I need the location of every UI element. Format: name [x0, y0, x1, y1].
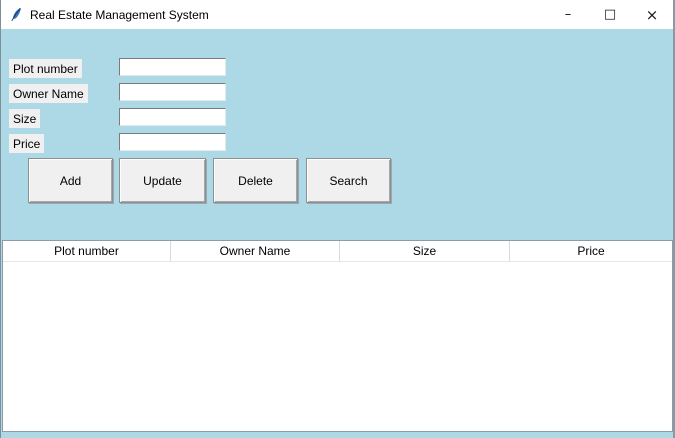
- window-controls: – □ ×: [547, 0, 673, 29]
- size-label: Size: [9, 109, 41, 128]
- update-button[interactable]: Update: [119, 158, 206, 203]
- table-body[interactable]: [3, 262, 672, 431]
- window-title: Real Estate Management System: [30, 7, 209, 22]
- tk-feather-icon: [8, 7, 24, 23]
- column-header-price[interactable]: Price: [510, 241, 672, 261]
- owner-name-label: Owner Name: [9, 84, 88, 103]
- titlebar: Real Estate Management System – □ ×: [1, 0, 673, 29]
- delete-button[interactable]: Delete: [213, 158, 298, 203]
- owner-name-input[interactable]: [119, 83, 226, 101]
- plot-number-input[interactable]: [119, 58, 226, 76]
- column-header-owner-name[interactable]: Owner Name: [171, 241, 340, 261]
- price-input[interactable]: [119, 133, 226, 151]
- add-button[interactable]: Add: [28, 158, 113, 203]
- size-input[interactable]: [119, 108, 226, 126]
- close-button[interactable]: ×: [631, 0, 673, 29]
- search-button[interactable]: Search: [306, 158, 391, 203]
- table-header: Plot number Owner Name Size Price: [3, 241, 672, 262]
- plot-number-label: Plot number: [9, 59, 82, 78]
- app-window: Real Estate Management System – □ × Plot…: [0, 0, 675, 438]
- price-label: Price: [9, 134, 45, 153]
- minimize-button[interactable]: –: [547, 0, 589, 29]
- maximize-button[interactable]: □: [589, 0, 631, 29]
- records-table: Plot number Owner Name Size Price: [2, 240, 673, 432]
- column-header-size[interactable]: Size: [340, 241, 510, 261]
- column-header-plot-number[interactable]: Plot number: [3, 241, 171, 261]
